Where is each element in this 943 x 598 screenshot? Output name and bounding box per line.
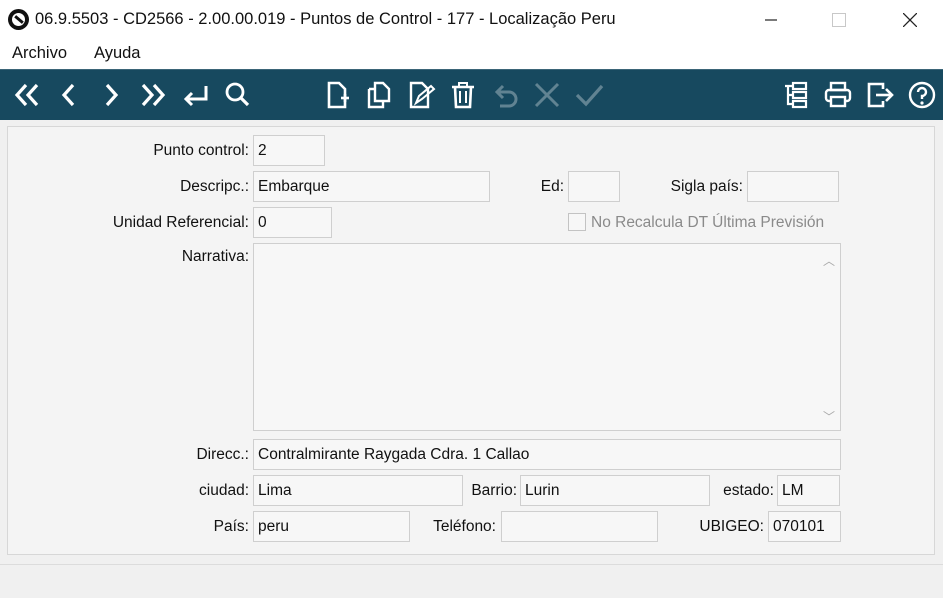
minimize-button[interactable] (748, 0, 794, 40)
menu-archivo[interactable]: Archivo (12, 44, 67, 63)
previous-record-icon (61, 83, 75, 107)
enter-icon (183, 86, 208, 107)
barrio-input[interactable] (520, 475, 710, 506)
help-button[interactable] (905, 78, 939, 112)
next-record-button[interactable] (94, 78, 128, 112)
no-recalcula-label: No Recalcula DT Última Previsión (591, 214, 825, 231)
first-record-icon (14, 83, 39, 107)
edit-document-icon (409, 81, 436, 109)
punto-control-label: Punto control: (153, 142, 249, 159)
status-bar (0, 564, 943, 598)
first-record-button[interactable] (10, 78, 44, 112)
narrativa-label: Narrativa: (181, 248, 249, 265)
structure-icon (785, 81, 808, 109)
sigla-pais-label: Sigla país: (670, 178, 743, 195)
undo-button[interactable] (488, 78, 522, 112)
ed-input[interactable] (568, 171, 620, 202)
narrativa-box: ︿ ﹀ (253, 243, 841, 431)
exit-icon (867, 82, 894, 108)
maximize-button[interactable] (816, 0, 862, 40)
no-recalcula-checkbox[interactable] (568, 213, 586, 231)
cancel-button[interactable] (530, 78, 564, 112)
confirm-button[interactable] (572, 78, 606, 112)
print-icon (824, 81, 852, 108)
next-record-icon (105, 83, 119, 107)
direccion-input[interactable] (253, 439, 841, 470)
menu-ayuda[interactable]: Ayuda (94, 44, 141, 63)
title-bar: 06.9.5503 - CD2566 - 2.00.00.019 - Punto… (0, 0, 943, 40)
search-icon (225, 82, 250, 107)
print-button[interactable] (821, 78, 855, 112)
window-title: 06.9.5503 - CD2566 - 2.00.00.019 - Punto… (35, 10, 616, 28)
scroll-up-icon[interactable]: ︿ (822, 252, 836, 268)
edit-document-button[interactable] (404, 78, 438, 112)
help-icon (908, 81, 936, 109)
telefono-input[interactable] (501, 511, 658, 542)
telefono-label: Teléfono: (433, 518, 496, 535)
ciudad-label: ciudad: (199, 482, 249, 499)
last-record-icon (141, 83, 166, 107)
sigla-pais-input[interactable] (747, 171, 839, 202)
unidad-referencial-label: Unidad Referencial: (112, 214, 249, 231)
delete-button[interactable] (446, 78, 480, 112)
app-logo-icon (8, 9, 29, 30)
undo-icon (494, 84, 518, 108)
copy-document-button[interactable] (362, 78, 396, 112)
ubigeo-label: UBIGEO: (699, 518, 764, 535)
toolbar (0, 69, 943, 120)
unidad-referencial-input[interactable] (253, 207, 332, 238)
exit-button[interactable] (863, 78, 897, 112)
close-button[interactable] (887, 0, 933, 40)
cancel-icon (534, 82, 560, 108)
confirm-icon (575, 84, 604, 107)
descripcion-input[interactable] (253, 171, 490, 202)
descripcion-label: Descripc.: (180, 178, 249, 195)
copy-document-icon (367, 81, 391, 109)
punto-control-input[interactable] (253, 135, 325, 166)
scroll-down-icon[interactable]: ﹀ (822, 408, 836, 424)
pais-label: País: (213, 518, 249, 535)
ubigeo-input[interactable] (768, 511, 841, 542)
menu-bar: Archivo Ayuda (0, 40, 943, 68)
previous-record-button[interactable] (52, 78, 86, 112)
ed-label: Ed: (540, 178, 564, 195)
search-button[interactable] (220, 78, 254, 112)
estado-input[interactable] (777, 475, 840, 506)
new-document-button[interactable] (320, 78, 354, 112)
new-document-icon (327, 81, 349, 109)
estado-label: estado: (723, 482, 774, 499)
pais-input[interactable] (253, 511, 410, 542)
trash-icon (452, 82, 474, 109)
structure-button[interactable] (779, 78, 813, 112)
minimize-icon (765, 19, 777, 21)
barrio-label: Barrio: (471, 482, 517, 499)
narrativa-textarea[interactable] (254, 244, 822, 430)
direccion-label: Direcc.: (196, 446, 249, 463)
maximize-icon (832, 13, 846, 27)
ciudad-input[interactable] (253, 475, 463, 506)
enter-button[interactable] (178, 78, 212, 112)
close-icon (903, 13, 917, 27)
last-record-button[interactable] (136, 78, 170, 112)
